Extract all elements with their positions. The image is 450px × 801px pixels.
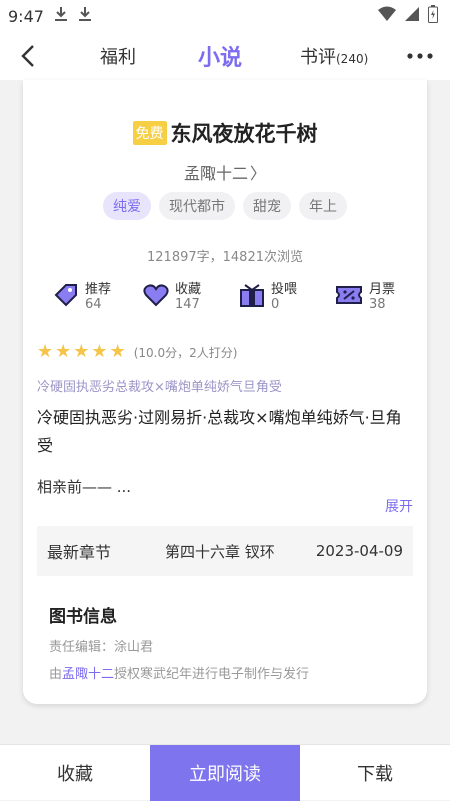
- expand-button[interactable]: 展开: [385, 496, 413, 516]
- book-summary: 冷硬固执恶劣·过刚易折·总裁攻×嘴炮单纯娇气·旦角受: [37, 408, 402, 455]
- status-left: 9:47: [8, 6, 92, 26]
- star-icon: ★: [55, 341, 72, 362]
- heart-icon: [143, 284, 169, 307]
- metric-label: 月票: [369, 282, 396, 297]
- tab-reviews[interactable]: 书评 (240): [300, 32, 368, 80]
- metric-label: 推荐: [85, 282, 112, 297]
- metric-value: 147: [175, 297, 200, 312]
- summary-preview: 相亲前—— ...: [37, 478, 132, 496]
- star-icon: ★: [91, 341, 108, 362]
- rights-suffix: 授权寒武纪年进行电子制作与发行: [114, 667, 310, 682]
- gift-icon: [240, 284, 264, 307]
- rights-prefix: 由: [49, 667, 63, 682]
- star-icon: ★: [73, 341, 90, 362]
- tag[interactable]: 现代都市: [159, 192, 235, 220]
- author-name: 孟陬十二: [183, 164, 248, 183]
- status-right: [378, 5, 438, 27]
- read-now-button[interactable]: 立即阅读: [150, 745, 300, 801]
- free-badge: 免费: [132, 121, 167, 145]
- tab-novel[interactable]: 小说: [198, 32, 242, 80]
- latest-chapter-row[interactable]: 最新章节 第四十六章 钗环 2023-04-09: [37, 526, 413, 576]
- metric-feed[interactable]: 投喂 0: [239, 278, 297, 312]
- metric-value: 64: [85, 297, 102, 312]
- book-title: 东风夜放花千树: [170, 122, 318, 146]
- metric-monthly-ticket[interactable]: 月票 38: [335, 278, 395, 312]
- intro-tagline: 冷硬固执恶劣总裁攻×嘴炮单纯娇气旦角受: [37, 380, 282, 395]
- more-button[interactable]: [402, 40, 438, 72]
- latest-chapter-title: 第四十六章 钗环: [165, 542, 275, 561]
- chevron-right-icon: 〉: [250, 164, 267, 183]
- download-button[interactable]: 下载: [300, 745, 450, 801]
- nav-bar: 福利 小说 书评 (240): [0, 32, 450, 80]
- latest-chapter-label: 最新章节: [47, 543, 112, 562]
- battery-icon: [428, 5, 438, 27]
- tab-label: 福利: [100, 47, 136, 68]
- latest-chapter-date: 2023-04-09: [315, 542, 403, 560]
- download-icon: [78, 6, 92, 26]
- tag[interactable]: 甜宠: [243, 192, 291, 220]
- download-icon: [54, 6, 68, 26]
- title-row: 免费 东风夜放花千树: [23, 118, 427, 148]
- back-button[interactable]: [14, 42, 42, 70]
- metric-label: 收藏: [175, 282, 202, 297]
- tag[interactable]: 年上: [299, 192, 347, 220]
- star-icon: ★: [109, 341, 126, 362]
- author-link[interactable]: 孟陬十二 〉: [23, 160, 427, 184]
- tab-label: 小说: [198, 46, 243, 71]
- rating-row: ★ ★ ★ ★ ★ (10.0分，2人打分): [37, 343, 237, 361]
- book-info-title: 图书信息: [49, 607, 117, 627]
- metric-value: 38: [369, 297, 386, 312]
- rating-text: (10.0分，2人打分): [133, 345, 238, 360]
- star-icon: ★: [37, 341, 54, 362]
- back-arrow-icon: [21, 45, 34, 67]
- tab-welfare[interactable]: 福利: [100, 32, 136, 80]
- word-view-stats: 121897字，14821次浏览: [147, 250, 303, 265]
- rights-author-link[interactable]: 孟陬十二: [62, 667, 114, 682]
- recommend-icon: [54, 284, 77, 307]
- more-icon: [407, 53, 433, 59]
- status-bar: 9:47: [0, 0, 450, 32]
- tab-label: 书评: [300, 47, 336, 68]
- metric-value: 0: [271, 297, 280, 312]
- metric-collect[interactable]: 收藏 147: [143, 278, 201, 312]
- ticket-icon: [336, 286, 362, 304]
- metrics-row: 推荐 64 收藏 147 投喂 0 月票 38: [23, 278, 427, 324]
- signal-icon: [404, 6, 420, 26]
- editor-info: 责任编辑：涂山君: [49, 640, 154, 655]
- metric-label: 投喂: [271, 282, 298, 297]
- bottom-action-bar: 收藏 立即阅读 下载: [0, 744, 450, 801]
- status-time: 9:47: [8, 6, 44, 26]
- tab-count: (240): [336, 52, 369, 66]
- tag[interactable]: 纯爱: [103, 192, 151, 220]
- book-card: 免费 东风夜放花千树 孟陬十二 〉 纯爱 现代都市 甜宠 年上 121897字，…: [23, 80, 427, 704]
- wifi-icon: [378, 6, 396, 26]
- metric-recommend[interactable]: 推荐 64: [53, 278, 111, 312]
- collect-button[interactable]: 收藏: [0, 745, 150, 801]
- tag-list: 纯爱 现代都市 甜宠 年上: [23, 192, 427, 220]
- rights-info: 由孟陬十二授权寒武纪年进行电子制作与发行: [49, 663, 309, 682]
